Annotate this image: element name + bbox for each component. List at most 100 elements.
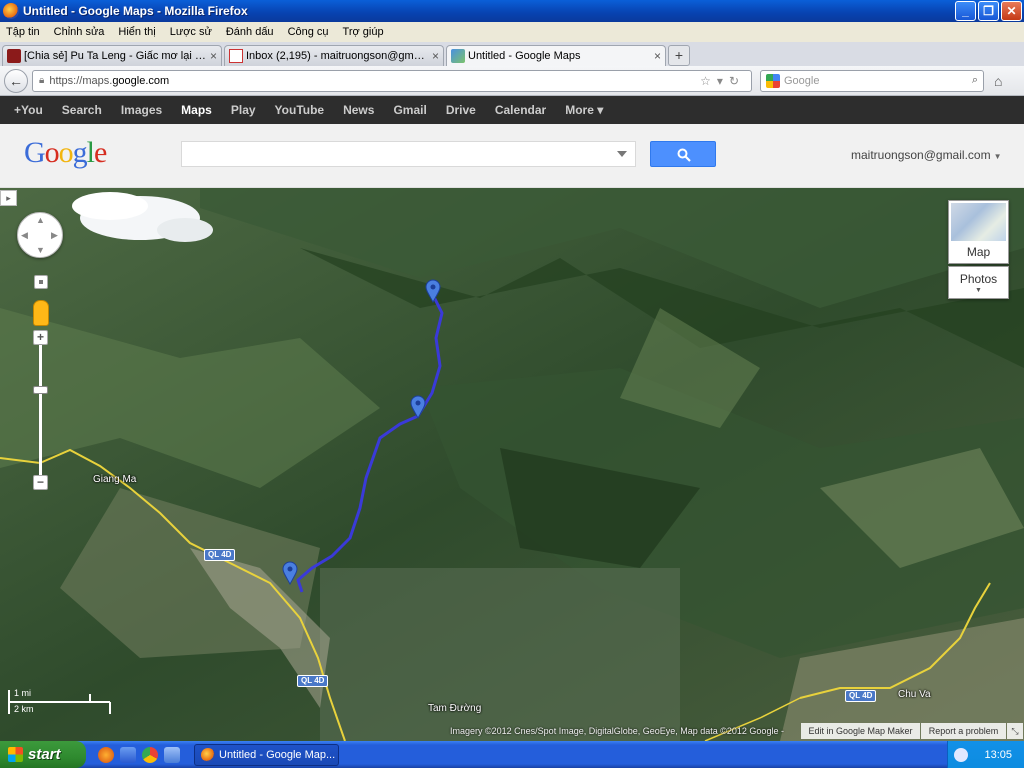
back-arrow-icon: ← [9, 72, 23, 89]
tab-gmail-inbox[interactable]: Inbox (2,195) - maitruongson@gmail.co...… [224, 45, 444, 66]
system-tray: 13:05 [947, 741, 1024, 768]
search-dropdown-icon[interactable] [617, 151, 627, 157]
magnifier-icon[interactable]: ⌕ [972, 74, 978, 87]
maps-search-button[interactable] [650, 141, 716, 167]
scale-imperial: 1 mi [14, 688, 32, 698]
menu-edit[interactable]: Chỉnh sửa [54, 26, 105, 38]
tab-close-icon[interactable]: × [210, 49, 217, 63]
gbar-play[interactable]: Play [231, 103, 256, 117]
gbar-maps[interactable]: Maps [181, 103, 212, 117]
media-quicklaunch-icon[interactable] [120, 746, 136, 763]
desktop-quicklaunch-icon[interactable] [164, 746, 180, 763]
menu-file[interactable]: Tập tin [6, 26, 40, 38]
collapse-panel-button[interactable]: ▸ [0, 190, 17, 206]
menu-help[interactable]: Trợ giúp [343, 26, 384, 38]
scale-bar: 1 mi 2 km [8, 688, 112, 718]
lock-icon: 🔒︎ [39, 75, 45, 86]
google-bar: +You Search Images Maps Play YouTube New… [0, 96, 1024, 124]
browser-search-box[interactable]: Google ⌕ [760, 69, 984, 92]
url-bar[interactable]: 🔒︎ https://maps.google.com ☆▾↻ [32, 69, 752, 92]
place-label-giang-ma: Giang Ma [93, 474, 137, 485]
report-problem-link[interactable]: Report a problem [921, 723, 1006, 739]
google-logo[interactable]: Google [24, 136, 107, 170]
tab-label: [Chia sẻ] Pu Ta Leng - Giấc mơ lại vẫn l… [24, 50, 206, 62]
tab-pu-ta-leng[interactable]: [Chia sẻ] Pu Ta Leng - Giấc mơ lại vẫn l… [2, 45, 222, 66]
windows-logo-icon [8, 747, 23, 762]
pegman-icon[interactable] [33, 300, 49, 326]
maps-search-input[interactable] [181, 141, 636, 167]
menu-history[interactable]: Lược sử [170, 26, 212, 38]
zoom-out-button[interactable]: − [33, 475, 48, 490]
road-shield: QL 4D [845, 690, 877, 702]
windows-taskbar: start Untitled - Google Map... 13:05 [0, 741, 1024, 768]
bookmark-star-icon[interactable]: ☆▾↻ [700, 74, 745, 88]
chrome-quicklaunch-icon[interactable] [142, 746, 158, 763]
map-type-label: Map [966, 245, 991, 259]
tray-network-icon[interactable] [954, 747, 968, 762]
search-placeholder: Google [784, 74, 820, 87]
pan-up-icon[interactable]: ▲ [36, 215, 45, 225]
clock: 13:05 [984, 748, 1012, 761]
window-title: Untitled - Google Maps - Mozilla Firefox [23, 4, 248, 18]
gbar-you[interactable]: +You [14, 103, 43, 117]
url-text: https://maps.google.com [49, 74, 170, 87]
tab-label: Inbox (2,195) - maitruongson@gmail.co... [246, 50, 428, 62]
account-menu[interactable]: maitruongson@gmail.com ▼ [851, 148, 1002, 162]
route-marker-start[interactable] [425, 279, 441, 303]
satellite-imagery [0, 188, 1024, 741]
tab-label: Untitled - Google Maps [468, 50, 581, 62]
route-marker-mid[interactable] [410, 395, 426, 419]
gbar-search[interactable]: Search [62, 103, 102, 117]
map-type-button[interactable]: Map [948, 200, 1009, 264]
route-marker-end[interactable] [282, 561, 298, 585]
photos-button[interactable]: Photos ▼ [948, 266, 1009, 299]
google-search-engine-icon [766, 73, 780, 88]
taskbar-firefox-window[interactable]: Untitled - Google Map... [194, 743, 339, 766]
scale-metric: 2 km [14, 704, 34, 714]
zoom-in-button[interactable]: + [33, 330, 48, 345]
gbar-images[interactable]: Images [121, 103, 162, 117]
quick-launch [98, 746, 180, 763]
close-button[interactable]: ✕ [1001, 1, 1022, 21]
back-button[interactable]: ← [4, 68, 28, 93]
gbar-gmail[interactable]: Gmail [393, 103, 426, 117]
gbar-more[interactable]: More ▾ [565, 103, 603, 117]
tab-bar: [Chia sẻ] Pu Ta Leng - Giấc mơ lại vẫn l… [0, 42, 1024, 66]
place-label-tam-duong: Tam Đường [428, 703, 482, 714]
tab-close-icon[interactable]: × [654, 49, 661, 63]
map-thumbnail [951, 203, 1006, 241]
pan-control[interactable]: ▲ ◀ ▶ ▼ [17, 212, 63, 258]
maps-header: Google maitruongson@gmail.com ▼ [0, 124, 1024, 188]
my-location-button[interactable] [34, 275, 48, 289]
expand-icon[interactable]: ⤡ [1007, 723, 1023, 739]
map-attribution: Imagery ©2012 Cnes/Spot Image, DigitalGl… [450, 726, 784, 736]
navigation-bar: ← 🔒︎ https://maps.google.com ☆▾↻ Google … [0, 66, 1024, 96]
place-label-chu-va: Chu Va [898, 689, 931, 700]
tab-close-icon[interactable]: × [432, 49, 439, 63]
search-icon [677, 148, 691, 162]
maximize-button[interactable]: ❐ [978, 1, 999, 21]
gbar-news[interactable]: News [343, 103, 374, 117]
menu-tools[interactable]: Công cụ [288, 26, 329, 38]
zoom-slider-handle[interactable] [33, 386, 48, 394]
gbar-youtube[interactable]: YouTube [275, 103, 325, 117]
pan-right-icon[interactable]: ▶ [51, 230, 58, 241]
firefox-icon [3, 3, 19, 19]
new-tab-button[interactable]: + [668, 45, 690, 66]
window-controls: _ ❐ ✕ [955, 1, 1022, 21]
minimize-button[interactable]: _ [955, 1, 976, 21]
map-canvas[interactable]: ▸ ▲ ◀ ▶ ▼ + − Map Photos ▼ Giang Ma Tam … [0, 188, 1024, 741]
firefox-quicklaunch-icon[interactable] [98, 746, 114, 763]
tab-google-maps[interactable]: Untitled - Google Maps × [446, 45, 666, 66]
zoom-slider-track[interactable] [39, 345, 42, 483]
pan-down-icon[interactable]: ▼ [36, 245, 45, 255]
gbar-calendar[interactable]: Calendar [495, 103, 546, 117]
menu-bookmarks[interactable]: Đánh dấu [226, 26, 274, 38]
pan-left-icon[interactable]: ◀ [21, 230, 28, 241]
menu-view[interactable]: Hiển thị [118, 26, 155, 38]
road-shield: QL 4D [297, 675, 329, 687]
home-icon[interactable]: ⌂ [994, 73, 1002, 89]
edit-in-map-maker-link[interactable]: Edit in Google Map Maker [801, 723, 920, 739]
start-button[interactable]: start [0, 741, 86, 768]
gbar-drive[interactable]: Drive [446, 103, 476, 117]
